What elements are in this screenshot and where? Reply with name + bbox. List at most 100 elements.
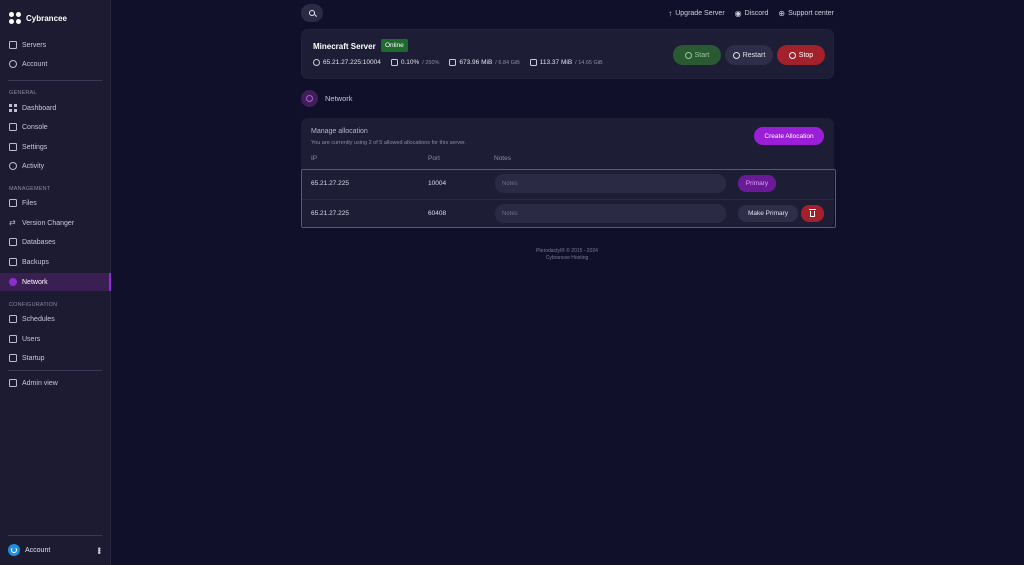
sidebar-item-label: Network — [22, 278, 48, 286]
network-icon — [301, 90, 318, 107]
column-header-notes: Notes — [494, 155, 511, 162]
sidebar-item-label: Databases — [22, 238, 56, 246]
users-icon — [9, 335, 17, 343]
allocation-table: 65.21.27.225 10004 Primary 65.21.27.225 … — [301, 169, 836, 228]
table-row: 65.21.27.225 60408 Make Primary — [302, 199, 834, 227]
trash-icon — [809, 208, 816, 217]
sidebar-item-schedules[interactable]: Schedules — [0, 310, 111, 328]
status-badge: Online — [381, 39, 408, 52]
stat-address: 65.21.27.225:10004 — [313, 59, 381, 66]
make-primary-button[interactable]: Make Primary — [738, 205, 798, 222]
sidebar-item-label: Activity — [22, 162, 45, 170]
discord-label: Discord — [744, 10, 769, 17]
allocation-usage-text: You are currently using 2 of 5 allowed a… — [311, 140, 467, 146]
discord-link[interactable]: ◉ Discord — [735, 9, 769, 18]
restart-label: Restart — [742, 51, 766, 59]
stop-icon — [788, 51, 796, 59]
page-footer: Pterodactyl® © 2015 - 2024 Cybrancee Hos… — [467, 248, 667, 262]
sidebar-item-console[interactable]: Console — [0, 118, 111, 136]
port-cell: 10004 — [428, 180, 447, 187]
allocation-title: Manage allocation — [311, 128, 368, 135]
sidebar-item-databases[interactable]: Databases — [0, 233, 111, 251]
sidebar-item-users[interactable]: Users — [0, 330, 111, 348]
cpu-icon — [390, 59, 398, 66]
sidebar-divider — [8, 370, 102, 371]
delete-allocation-button[interactable] — [801, 205, 824, 222]
dashboard-icon — [9, 104, 17, 112]
database-icon — [9, 238, 17, 246]
sidebar-item-label: Console — [22, 123, 48, 131]
memory-value: 673.96 MiB — [459, 59, 493, 66]
primary-badge: Primary — [738, 175, 776, 192]
restart-button[interactable]: Restart — [725, 45, 773, 65]
port-cell: 60408 — [428, 210, 447, 217]
stat-cpu: 0.10% / 250% — [390, 59, 440, 66]
backup-icon — [9, 258, 17, 266]
sidebar-item-label: Startup — [22, 354, 45, 362]
sidebar-item-version-changer[interactable]: ⇄ Version Changer — [0, 214, 111, 232]
more-options-icon[interactable]: ••• — [94, 547, 104, 553]
column-header-port: Port — [428, 155, 440, 162]
brand-name: Cybrancee — [26, 13, 67, 23]
sidebar-item-files[interactable]: Files — [0, 194, 111, 212]
sidebar-item-servers[interactable]: Servers — [0, 36, 111, 54]
sidebar-item-label: Users — [22, 335, 41, 343]
sidebar-item-backups[interactable]: Backups — [0, 253, 111, 271]
sidebar-item-label: Backups — [22, 258, 49, 266]
arrow-up-icon: ↑ — [668, 9, 673, 18]
disk-value: 113.37 MiB — [539, 59, 573, 66]
restart-icon — [732, 51, 740, 59]
support-center-link[interactable]: ⊕ Support center — [778, 9, 834, 18]
section-label-configuration: CONFIGURATION — [9, 302, 58, 308]
disk-icon — [529, 59, 537, 66]
search-icon — [309, 10, 315, 16]
start-button[interactable]: Start — [673, 45, 721, 65]
version-icon: ⇄ — [9, 218, 16, 227]
account-icon — [9, 60, 17, 68]
sidebar-item-label: Version Changer — [22, 219, 75, 227]
sidebar-divider — [8, 80, 102, 81]
sidebar-item-label: Schedules — [22, 315, 55, 323]
upgrade-server-label: Upgrade Server — [675, 10, 725, 17]
cpu-value: 0.10% — [400, 59, 420, 66]
sidebar: Cybrancee Servers Account GENERAL Dashbo… — [0, 0, 111, 565]
sidebar-item-settings[interactable]: Settings — [0, 138, 111, 156]
table-row: 65.21.27.225 10004 Primary — [302, 170, 834, 198]
cpu-limit: / 250% — [422, 59, 440, 66]
network-icon — [9, 278, 17, 286]
notes-input[interactable] — [495, 174, 726, 193]
section-label-management: MANAGEMENT — [9, 186, 51, 192]
sidebar-item-startup[interactable]: Startup — [0, 349, 111, 367]
support-icon: ⊕ — [778, 9, 786, 18]
footer-copyright: Pterodactyl® © 2015 - 2024 — [536, 248, 598, 254]
stat-memory: 673.96 MiB / 6.84 GiB — [449, 59, 520, 66]
server-name: Minecraft Server — [313, 42, 376, 51]
sidebar-item-account[interactable]: Account — [0, 55, 111, 73]
sidebar-item-activity[interactable]: Activity — [0, 157, 111, 175]
allocation-panel: Manage allocation You are currently usin… — [301, 118, 836, 228]
start-label: Start — [694, 51, 710, 59]
sidebar-account-menu[interactable]: Account ••• — [8, 543, 104, 557]
sidebar-item-network[interactable]: Network — [0, 273, 111, 291]
search-button[interactable] — [301, 4, 323, 22]
sidebar-item-label: Settings — [22, 143, 48, 151]
stop-button[interactable]: Stop — [777, 45, 825, 65]
upgrade-server-link[interactable]: ↑ Upgrade Server — [668, 9, 724, 18]
sidebar-item-dashboard[interactable]: Dashboard — [0, 99, 111, 117]
startup-icon — [9, 354, 17, 362]
stat-disk: 113.37 MiB / 14.65 GiB — [529, 59, 603, 66]
notes-input[interactable] — [495, 204, 726, 223]
ip-cell: 65.21.27.225 — [311, 210, 349, 217]
sidebar-item-label: Dashboard — [22, 104, 57, 112]
server-stats: 65.21.27.225:10004 0.10% / 250% 673.96 M… — [313, 59, 603, 66]
console-icon — [9, 123, 17, 131]
brand[interactable]: Cybrancee — [9, 10, 67, 26]
server-card: Minecraft Server Online 65.21.27.225:100… — [301, 29, 834, 79]
admin-view-icon — [9, 379, 17, 387]
disk-limit: / 14.65 GiB — [575, 59, 603, 66]
discord-icon: ◉ — [734, 9, 742, 18]
section-label-general: GENERAL — [9, 90, 37, 96]
schedule-icon — [9, 315, 17, 323]
sidebar-item-admin-view[interactable]: Admin view — [0, 374, 111, 392]
create-allocation-button[interactable]: Create Allocation — [754, 127, 824, 145]
